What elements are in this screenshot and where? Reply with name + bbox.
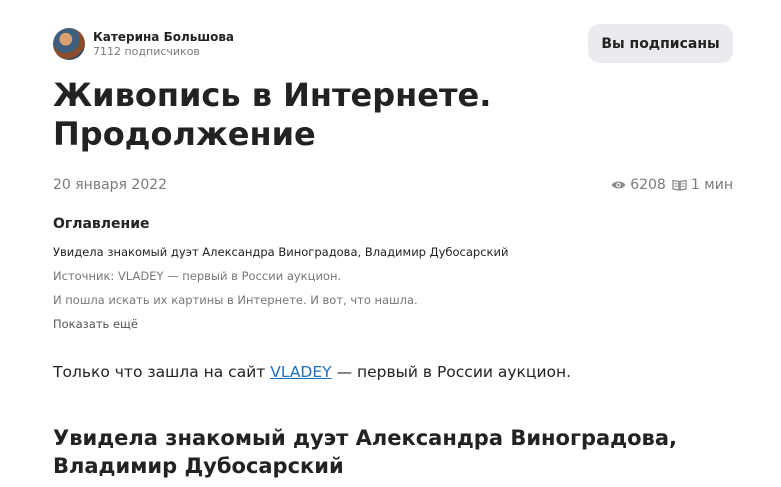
views-count: 6208	[630, 177, 666, 193]
author-block[interactable]: Катерина Большова 7112 подписчиков	[53, 28, 234, 60]
read-time-stat: 1 мин	[672, 177, 733, 193]
paragraph-text: Только что зашла на сайт	[53, 363, 271, 381]
read-time: 1 мин	[690, 177, 733, 193]
article-paragraph: Только что зашла на сайт VLADEY — первый…	[53, 363, 571, 381]
paragraph-text: — первый в России аукцион.	[331, 363, 572, 381]
eye-icon	[611, 181, 626, 189]
article-title: Живопись в Интернете. Продолжение	[53, 76, 492, 153]
article-meta: 20 января 2022 6208 1 мин	[53, 177, 733, 195]
subscriber-count: 7112 подписчиков	[93, 44, 200, 58]
vladey-link[interactable]: VLADEY	[270, 363, 331, 381]
toc-item[interactable]: И пошла искать их картины в Интернете. И…	[53, 288, 508, 312]
toc-item[interactable]: Источник: VLADEY — первый в России аукци…	[53, 264, 508, 288]
section-heading: Увидела знакомый дуэт Александра Виногра…	[53, 426, 677, 478]
avatar[interactable]	[53, 28, 85, 60]
publish-date: 20 января 2022	[53, 177, 168, 193]
book-icon	[672, 179, 687, 191]
toc-heading: Оглавление	[53, 216, 150, 232]
author-name[interactable]: Катерина Большова	[93, 30, 234, 45]
show-more-link[interactable]: Показать ещё	[53, 312, 508, 336]
toc-item[interactable]: Увидела знакомый дуэт Александра Виногра…	[53, 240, 508, 264]
views-stat: 6208	[611, 177, 666, 193]
table-of-contents: Оглавление Увидела знакомый дуэт Алексан…	[53, 216, 508, 336]
subscribed-button[interactable]: Вы подписаны	[588, 24, 733, 63]
article-stats: 6208 1 мин	[611, 177, 733, 193]
